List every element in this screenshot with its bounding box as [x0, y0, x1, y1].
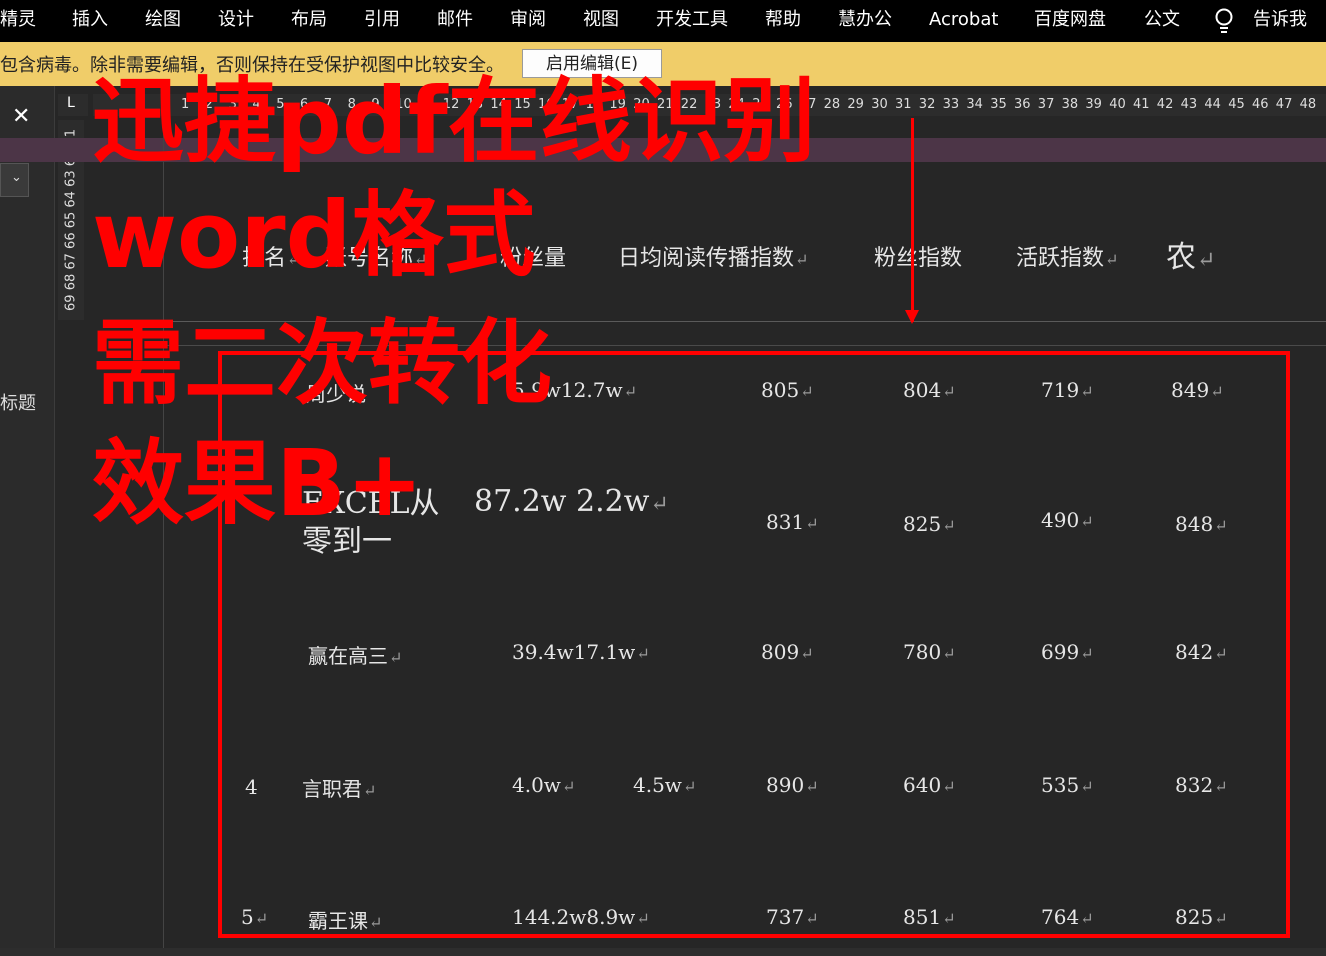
ruler-tick: 47: [1275, 97, 1293, 112]
status-bar: [0, 948, 1326, 956]
tab-baidu-netdisk[interactable]: 百度网盘: [1034, 0, 1106, 42]
ruler-tick: 42: [1156, 97, 1174, 112]
ruler-tick: 38: [1061, 97, 1079, 112]
tab-stop-selector[interactable]: L: [58, 94, 88, 116]
tab-huibangong[interactable]: 慧办公: [838, 0, 892, 42]
ruler-tick: 31: [895, 97, 912, 112]
ruler-tick: 46: [1252, 97, 1269, 112]
ruler-tick: 48: [1299, 97, 1317, 112]
tab-gongwen[interactable]: 公文: [1144, 0, 1180, 42]
tab-draw[interactable]: 绘图: [145, 0, 181, 42]
overlay-line-4: 效果B+: [92, 430, 424, 537]
ruler-tick: 36: [1014, 97, 1031, 112]
ruler-tick: 37: [1037, 97, 1055, 112]
overlay-line-2: word格式: [92, 182, 536, 289]
tell-me-label[interactable]: 告诉我: [1253, 0, 1307, 42]
arrow-line: [911, 118, 914, 322]
header-daily-read-index: 日均阅读传播指数↵: [618, 246, 809, 271]
tab-insert[interactable]: 插入: [72, 0, 108, 42]
tab-mailings[interactable]: 邮件: [437, 0, 473, 42]
header-nong: 农↵: [1166, 240, 1216, 275]
tab-design[interactable]: 设计: [218, 0, 254, 42]
tab-jingling[interactable]: 精灵: [0, 0, 36, 42]
lightbulb-icon[interactable]: [1213, 7, 1235, 35]
tab-references[interactable]: 引用: [364, 0, 400, 42]
ruler-tick: 28: [823, 97, 841, 112]
ruler-tick: 44: [1204, 97, 1221, 112]
tab-help[interactable]: 帮助: [765, 0, 801, 42]
chevron-down-icon: ⌄: [11, 170, 22, 185]
tab-view[interactable]: 视图: [583, 0, 619, 42]
ruler-tick: 29: [847, 97, 864, 112]
ruler-tick: 32: [918, 97, 936, 112]
navigation-pane: [0, 86, 55, 948]
ruler-tick: 35: [990, 97, 1007, 112]
overlay-line-3: 需二次转化: [92, 310, 553, 417]
ruler-tick: 34: [966, 97, 983, 112]
header-active-index: 活跃指数↵: [1016, 246, 1119, 271]
ruler-tick: 43: [1180, 97, 1198, 112]
ruler-tick: 40: [1109, 97, 1126, 112]
tab-developer[interactable]: 开发工具: [656, 0, 728, 42]
ruler-tick: 33: [942, 97, 960, 112]
tab-layout[interactable]: 布局: [291, 0, 327, 42]
tab-review[interactable]: 审阅: [510, 0, 546, 42]
arrow-head-icon: [905, 310, 919, 324]
ribbon-tabs: 精灵 插入 绘图 设计 布局 引用 邮件 审阅 视图 开发工具 帮助 慧办公 A…: [0, 0, 1326, 42]
ruler-tick: 45: [1228, 97, 1245, 112]
overlay-line-1: 迅捷pdf在线识别: [92, 68, 816, 175]
ruler-tick: 39: [1085, 97, 1102, 112]
close-icon[interactable]: ✕: [12, 104, 30, 129]
header-fans-index: 粉丝指数: [874, 246, 963, 271]
tab-acrobat[interactable]: Acrobat: [929, 0, 998, 42]
nav-heading-label[interactable]: 标题: [0, 389, 36, 415]
ruler-tick: 30: [871, 97, 888, 112]
ruler-tick: 41: [1133, 97, 1150, 112]
nav-dropdown[interactable]: ⌄: [0, 163, 29, 197]
